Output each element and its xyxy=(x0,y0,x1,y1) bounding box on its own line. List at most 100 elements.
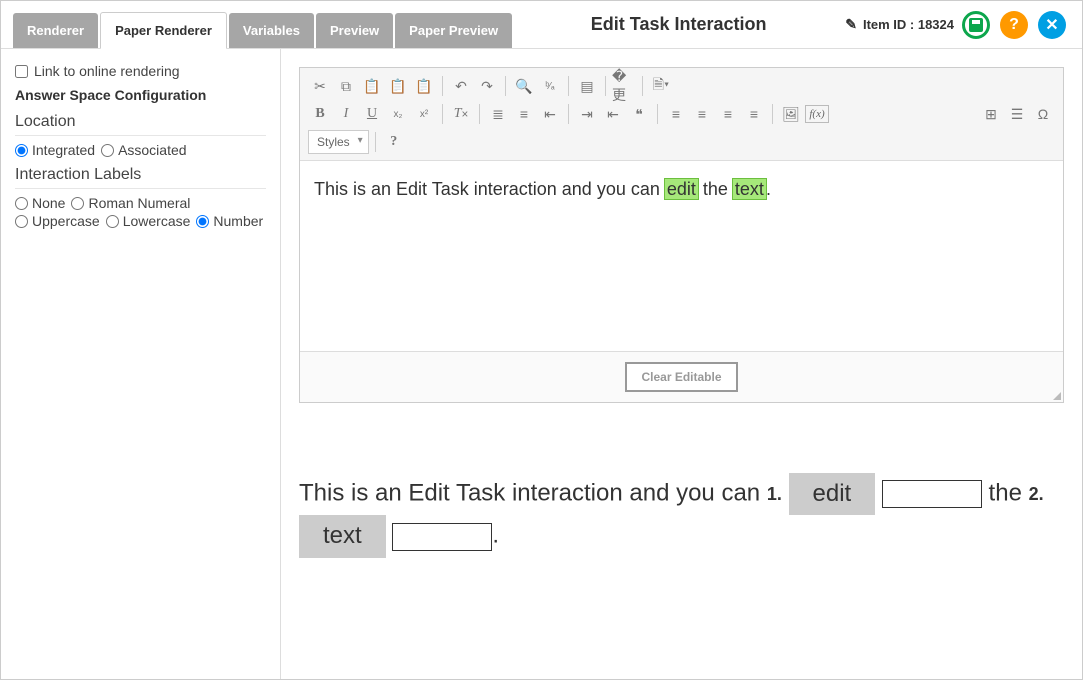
preview-mid: the xyxy=(989,480,1029,507)
separator xyxy=(375,132,376,152)
content-pre: This is an Edit Task interaction and you… xyxy=(314,179,665,199)
ilabel-none-radio[interactable] xyxy=(15,197,28,210)
separator xyxy=(568,104,569,124)
paste-icon[interactable]: 📋 xyxy=(360,74,384,98)
answer-box-1-filled: edit xyxy=(789,473,876,515)
align-right-icon[interactable]: ≡ xyxy=(716,102,740,126)
subscript-icon[interactable]: x₂ xyxy=(386,102,410,126)
redo-icon[interactable]: ↷ xyxy=(475,74,499,98)
preview-post: . xyxy=(492,522,499,549)
ilabel-none-label: None xyxy=(32,195,65,211)
ilabel-number-radio[interactable] xyxy=(196,215,209,228)
ilabel-number[interactable]: Number xyxy=(196,213,263,229)
indent-left-icon[interactable]: ⇥ xyxy=(575,102,599,126)
separator xyxy=(568,76,569,96)
content-post: . xyxy=(766,179,771,199)
tabs: Renderer Paper Renderer Variables Previe… xyxy=(1,1,512,48)
app-window: Renderer Paper Renderer Variables Previe… xyxy=(0,0,1083,680)
toolbar-row-3: Styles ? xyxy=(308,130,1055,154)
title-area: Edit Task Interaction xyxy=(512,1,845,48)
editor-footer: Clear Editable xyxy=(300,351,1063,402)
ilabel-roman-radio[interactable] xyxy=(71,197,84,210)
separator xyxy=(642,76,643,96)
numbered-list-icon[interactable]: ≣ xyxy=(486,102,510,126)
align-left-icon[interactable]: ≡ xyxy=(664,102,688,126)
cut-icon[interactable]: ✂ xyxy=(308,74,332,98)
blockquote-icon[interactable]: ❝ xyxy=(627,102,651,126)
paste-word-icon[interactable]: 📋 xyxy=(412,74,436,98)
location-label: Location xyxy=(15,113,266,136)
image-icon[interactable]: 🖼 xyxy=(779,102,803,126)
horizontal-rule-icon[interactable]: ☰ xyxy=(1005,102,1029,126)
tab-paper-renderer[interactable]: Paper Renderer xyxy=(100,12,227,49)
separator xyxy=(657,104,658,124)
underline-icon[interactable]: U xyxy=(360,102,384,126)
ilabel-uppercase[interactable]: Uppercase xyxy=(15,213,100,229)
link-online-checkbox[interactable]: Link to online rendering xyxy=(15,63,266,79)
rich-text-editor: ✂ ⧉ 📋 📋 📋 ↶ ↷ 🔍 ᵇ⁄ₐ ▤ �更 xyxy=(299,67,1064,403)
link-online-label: Link to online rendering xyxy=(34,63,180,79)
about-icon[interactable]: ? xyxy=(382,130,406,154)
templates-icon[interactable]: 🗎▾ xyxy=(649,74,673,98)
editable-highlight-2[interactable]: text xyxy=(733,179,766,199)
ilabel-lowercase[interactable]: Lowercase xyxy=(106,213,191,229)
separator xyxy=(605,76,606,96)
align-center-icon[interactable]: ≡ xyxy=(690,102,714,126)
body: Link to online rendering Answer Space Co… xyxy=(1,49,1082,679)
item-id-label: Item ID : 18324 xyxy=(863,17,954,32)
save-button[interactable] xyxy=(962,11,990,39)
separator xyxy=(442,76,443,96)
separator xyxy=(505,76,506,96)
main-panel: ✂ ⧉ 📋 📋 📋 ↶ ↷ 🔍 ᵇ⁄ₐ ▤ �更 xyxy=(281,49,1082,679)
separator xyxy=(772,104,773,124)
editor-content[interactable]: This is an Edit Task interaction and you… xyxy=(300,161,1063,351)
location-integrated[interactable]: Integrated xyxy=(15,142,95,158)
help-button[interactable]: ? xyxy=(1000,11,1028,39)
ilabel-roman[interactable]: Roman Numeral xyxy=(71,195,190,211)
paste-text-icon[interactable]: 📋 xyxy=(386,74,410,98)
pencil-icon xyxy=(845,16,857,33)
editable-highlight-1[interactable]: edit xyxy=(665,179,698,199)
resize-handle[interactable] xyxy=(1053,392,1061,400)
location-associated[interactable]: Associated xyxy=(101,142,186,158)
replace-icon[interactable]: ᵇ⁄ₐ xyxy=(538,74,562,98)
outdent-icon[interactable]: ⇤ xyxy=(538,102,562,126)
formula-icon[interactable]: f(x) xyxy=(805,102,829,126)
location-integrated-radio[interactable] xyxy=(15,144,28,157)
superscript-icon[interactable]: x² xyxy=(412,102,436,126)
location-associated-radio[interactable] xyxy=(101,144,114,157)
spellcheck-icon[interactable]: �更 xyxy=(612,74,636,98)
find-icon[interactable]: 🔍 xyxy=(512,74,536,98)
ilabel-uppercase-radio[interactable] xyxy=(15,215,28,228)
italic-icon[interactable]: I xyxy=(334,102,358,126)
clear-editable-button[interactable]: Clear Editable xyxy=(625,362,737,392)
copy-icon[interactable]: ⧉ xyxy=(334,74,358,98)
toolbar-row-2: B I U x₂ x² T× ≣ ≡ ⇤ ⇥ ⇤ ❝ xyxy=(308,102,1055,126)
ilabel-none[interactable]: None xyxy=(15,195,65,211)
ilabel-lowercase-radio[interactable] xyxy=(106,215,119,228)
item-id: Item ID : 18324 xyxy=(845,1,962,48)
special-char-icon[interactable]: Ω xyxy=(1031,102,1055,126)
interaction-labels-label: Interaction Labels xyxy=(15,166,266,189)
select-all-icon[interactable]: ▤ xyxy=(575,74,599,98)
separator xyxy=(442,104,443,124)
tab-renderer[interactable]: Renderer xyxy=(13,13,98,48)
remove-format-icon[interactable]: T× xyxy=(449,102,473,126)
indent-right-icon[interactable]: ⇤ xyxy=(601,102,625,126)
preview-pre: This is an Edit Task interaction and you… xyxy=(299,480,767,507)
content-mid: the xyxy=(698,179,733,199)
align-justify-icon[interactable]: ≡ xyxy=(742,102,766,126)
bulleted-list-icon[interactable]: ≡ xyxy=(512,102,536,126)
tab-paper-preview[interactable]: Paper Preview xyxy=(395,13,512,48)
answer-box-1-empty[interactable] xyxy=(882,480,982,508)
close-button[interactable]: ✕ xyxy=(1038,11,1066,39)
undo-icon[interactable]: ↶ xyxy=(449,74,473,98)
bold-icon[interactable]: B xyxy=(308,102,332,126)
styles-dropdown[interactable]: Styles xyxy=(308,130,369,154)
location-options: Integrated Associated xyxy=(15,142,266,158)
link-online-input[interactable] xyxy=(15,65,28,78)
answer-box-2-empty[interactable] xyxy=(392,523,492,551)
tab-variables[interactable]: Variables xyxy=(229,13,314,48)
tab-preview[interactable]: Preview xyxy=(316,13,393,48)
table-icon[interactable]: ⊞ xyxy=(979,102,1003,126)
